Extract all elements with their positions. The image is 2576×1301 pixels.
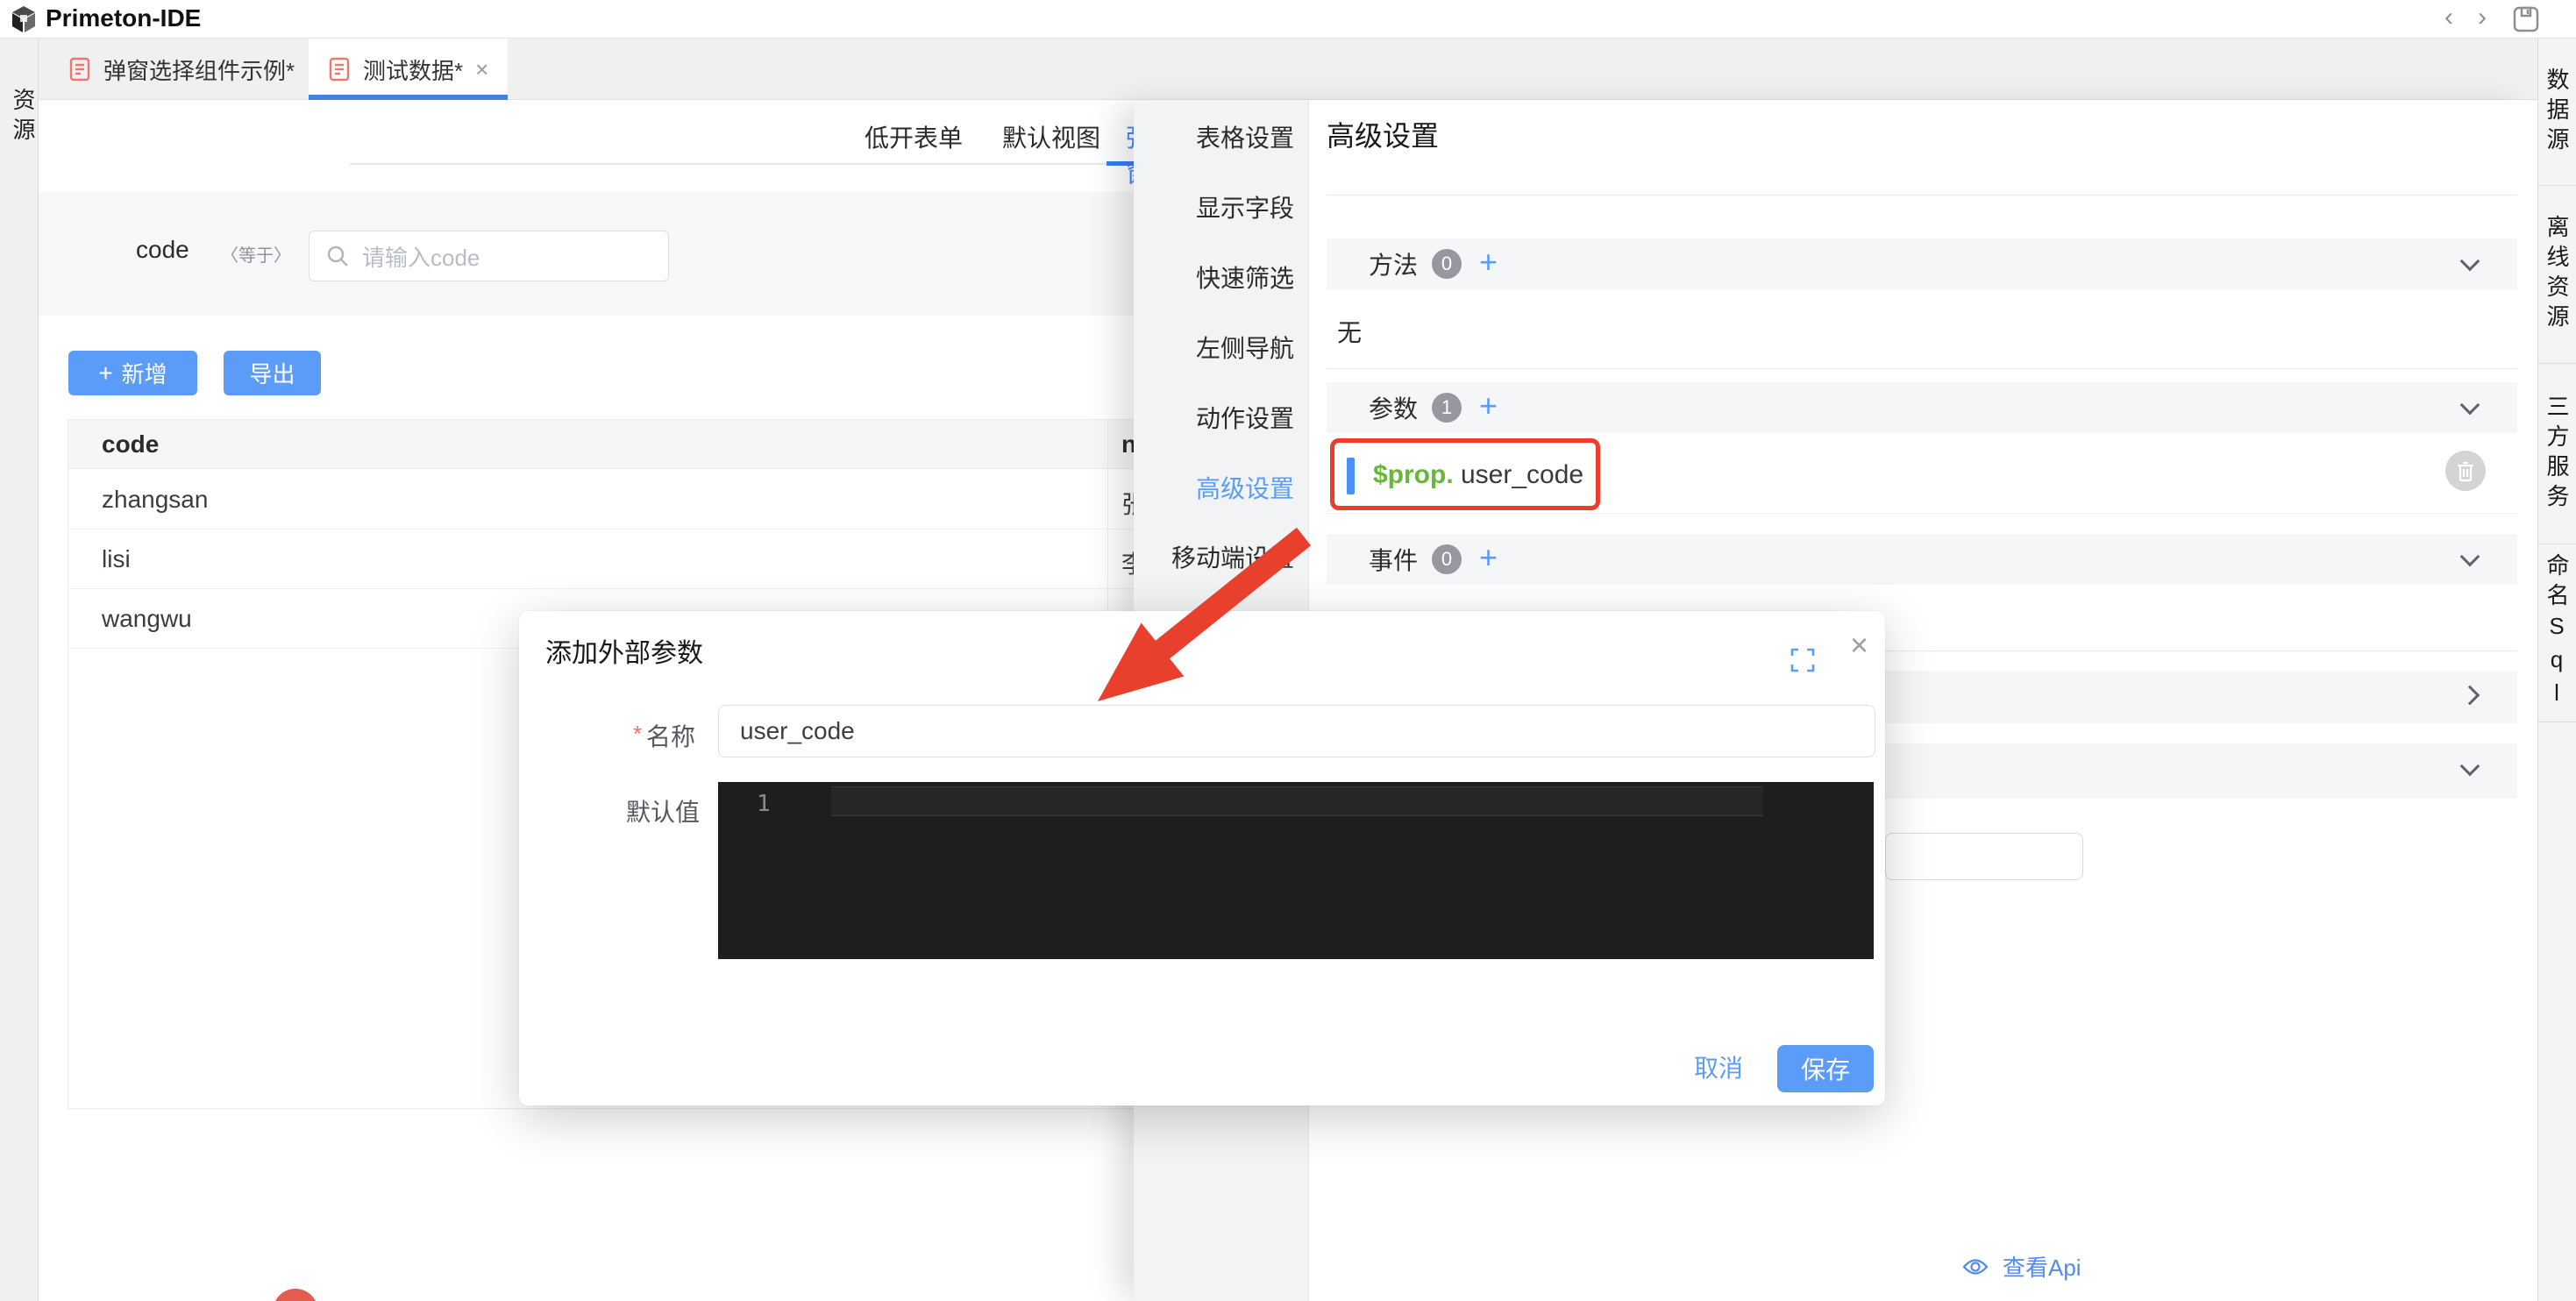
add-event-icon[interactable]: + [1479, 539, 1498, 576]
settings-nav-mobile-settings[interactable]: 移动端设置 [1171, 539, 1294, 574]
column-header-name[interactable]: name [1121, 430, 1134, 459]
cell-name: 李四 [1121, 545, 1134, 580]
settings-nav-display-fields[interactable]: 显示字段 [1196, 189, 1294, 224]
count-badge: 0 [1432, 249, 1462, 279]
column-header-code[interactable]: code [102, 430, 159, 459]
required-asterisk: * [633, 721, 642, 748]
left-rail: 资源 [0, 39, 39, 1301]
table-row[interactable]: lisi 李四 [68, 530, 1134, 589]
add-method-icon[interactable]: + [1479, 244, 1498, 281]
count-badge: 0 [1432, 544, 1462, 574]
chevron-down-icon[interactable] [2460, 395, 2480, 416]
delete-parameter-button[interactable] [2445, 451, 2486, 491]
search-input[interactable]: 请输入code [309, 231, 669, 281]
filter-operator-label[interactable]: 〈等于〉 [221, 241, 291, 267]
save-icon[interactable] [2511, 4, 2541, 34]
editor-active-line [831, 786, 1763, 816]
partially-hidden-input[interactable] [1885, 833, 2083, 880]
trash-icon [2455, 459, 2476, 482]
tab-close-icon[interactable]: × [475, 56, 488, 83]
dialog-title: 添加外部参数 [545, 631, 703, 670]
methods-empty-text: 无 [1337, 314, 1362, 349]
right-rail-item-offline-resources[interactable]: 离线资源 [2538, 186, 2576, 364]
tab-test-data[interactable]: 测试数据* × [309, 39, 508, 100]
cell-code: lisi [102, 545, 131, 573]
name-input-value: user_code [740, 717, 855, 745]
fullscreen-icon[interactable] [1789, 646, 1817, 674]
right-rail-item-named-sql[interactable]: 命名Sql [2538, 544, 2576, 722]
file-icon [68, 57, 91, 82]
chevron-right-icon[interactable] [2460, 686, 2480, 706]
table-row[interactable]: zhangsan 张三 [68, 470, 1134, 530]
add-parameter-icon[interactable]: + [1479, 387, 1498, 424]
close-icon[interactable]: × [1850, 627, 1868, 664]
history-back-icon[interactable]: ‹ [2444, 3, 2453, 32]
page-title: 高级设置 [1327, 114, 1439, 154]
parameter-row[interactable]: $prop. user_code [1327, 437, 2517, 514]
app-title: Primeton-IDE [46, 4, 201, 32]
settings-nav-advanced-active[interactable]: 高级设置 [1196, 470, 1294, 505]
filter-field-label: code [136, 236, 189, 264]
name-field-label: 名称 [646, 718, 695, 753]
app-logo-icon [9, 4, 39, 34]
right-rail-item-datasource[interactable]: 数据源 [2538, 39, 2576, 186]
designer-tab-default-view[interactable]: 默认视图 [1002, 119, 1100, 154]
parameter-accent-bar [1347, 458, 1355, 494]
chevron-down-icon[interactable] [2460, 757, 2480, 777]
designer-tab-popup[interactable]: 弹窗 [1126, 119, 1134, 189]
cell-name: 张三 [1121, 486, 1134, 521]
settings-nav-table[interactable]: 表格设置 [1196, 119, 1294, 154]
right-rail-item-thirdparty-services[interactable]: 三方服务 [2538, 364, 2576, 544]
default-value-code-editor[interactable]: 1 [718, 782, 1874, 959]
designer-tab-active-underline [1107, 161, 1134, 166]
settings-nav-left-navigation[interactable]: 左侧导航 [1196, 330, 1294, 365]
section-methods[interactable]: 方法 0 + [1327, 238, 2517, 289]
settings-nav-action-settings[interactable]: 动作设置 [1196, 400, 1294, 435]
cancel-button[interactable]: 取消 [1694, 1049, 1743, 1084]
filter-panel: code 〈等于〉 请输入code [39, 192, 1134, 316]
default-value-label: 默认值 [626, 793, 700, 828]
save-button[interactable]: 保存 [1777, 1045, 1874, 1092]
search-icon [325, 244, 350, 268]
divider [1327, 368, 2517, 369]
add-external-parameter-dialog: 添加外部参数 × * 名称 user_code 默认值 1 取消 保存 [519, 611, 1885, 1105]
view-api-link[interactable]: 查看Api [1962, 1250, 2081, 1283]
divider [1327, 195, 2517, 196]
designer-tab-divider [350, 163, 1134, 165]
eye-icon [1962, 1257, 1989, 1276]
left-rail-item-resources[interactable]: 资源 [7, 88, 39, 147]
cell-code: wangwu [102, 605, 192, 633]
file-icon [328, 57, 351, 82]
settings-nav-quick-filter[interactable]: 快速筛选 [1196, 259, 1294, 295]
plus-icon: + [98, 359, 112, 387]
tab-label: 测试数据* [363, 53, 463, 86]
parameter-name: user_code [1461, 460, 1583, 490]
add-button[interactable]: + 新增 [68, 351, 197, 395]
designer-tab-lowcode-form[interactable]: 低开表单 [865, 119, 963, 154]
section-parameters[interactable]: 参数 1 + [1327, 382, 2517, 433]
tab-popup-component-example[interactable]: 弹窗选择组件示例* × [49, 39, 339, 100]
search-placeholder: 请输入code [362, 240, 480, 273]
count-badge: 1 [1432, 393, 1462, 423]
export-button[interactable]: 导出 [224, 351, 321, 395]
editor-tab-bar: 弹窗选择组件示例* × 测试数据* × [39, 39, 2537, 100]
table-header-row: code name [68, 420, 1134, 469]
cell-code: zhangsan [102, 486, 208, 514]
chevron-down-icon[interactable] [2460, 252, 2480, 272]
parameter-highlight-box: $prop. user_code [1330, 438, 1600, 510]
section-events[interactable]: 事件 0 + [1327, 534, 2517, 585]
notification-dot [273, 1289, 318, 1301]
chevron-down-icon[interactable] [2460, 547, 2480, 567]
history-forward-icon[interactable]: › [2478, 3, 2487, 32]
right-rail: 数据源 离线资源 三方服务 命名Sql [2537, 39, 2576, 1301]
parameter-prefix: $prop. [1373, 460, 1454, 490]
line-number: 1 [757, 791, 771, 817]
tab-label: 弹窗选择组件示例* [103, 53, 295, 86]
name-input[interactable]: user_code [718, 705, 1875, 757]
title-bar: Primeton-IDE ‹ › [0, 0, 2576, 39]
